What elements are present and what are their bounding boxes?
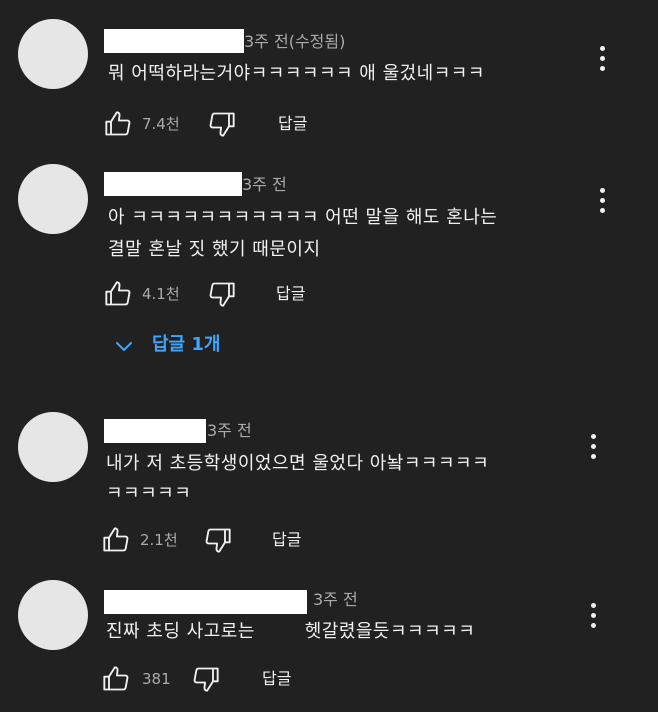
comment-timestamp[interactable]: 3주 전 [207, 421, 252, 441]
reply-button[interactable]: 답글 [272, 529, 301, 551]
comment-actions: 2.1천 답글 [102, 526, 402, 556]
reply-button[interactable]: 답글 [262, 668, 291, 690]
author-name-redacted[interactable] [104, 172, 242, 196]
comment-menu-button[interactable] [598, 46, 608, 72]
comment-text-line: ㅋㅋㅋㅋㅋ [106, 483, 192, 504]
like-count: 381 [142, 670, 171, 688]
comments-section: 3주 전(수정됨) 뭐 어떡하라는거야ㅋㅋㅋㅋㅋㅋ 애 울겄네ㅋㅋㅋ 7.4천 … [0, 0, 658, 712]
view-replies-label[interactable]: 답글 1개 [152, 332, 220, 358]
author-name-redacted[interactable] [104, 29, 244, 53]
comment-text-line: 내가 저 초등학생이었으면 울었다 아놬ㅋㅋㅋㅋㅋ [106, 453, 490, 474]
comment-timestamp[interactable]: 3주 전 [313, 590, 358, 610]
comment-text-line: 뭐 어떡하라는거야ㅋㅋㅋㅋㅋㅋ 애 울겄네ㅋㅋㅋ [108, 63, 485, 84]
more-vert-icon [600, 46, 605, 51]
comment-text-line: 진짜 초딩 사고로는 헷갈렸을듯ㅋㅋㅋㅋㅋ [106, 621, 476, 642]
avatar[interactable] [18, 580, 88, 650]
thumb-up-icon[interactable] [102, 665, 130, 693]
thumb-down-icon[interactable] [208, 280, 236, 308]
chevron-down-icon [116, 342, 132, 351]
author-name-redacted[interactable] [104, 590, 307, 614]
author-name-redacted[interactable] [104, 419, 206, 443]
like-count: 2.1천 [140, 531, 178, 549]
comment-timestamp[interactable]: 3주 전(수정됨) [244, 32, 345, 52]
thumb-down-icon[interactable] [192, 665, 220, 693]
comment-text-line: 결말 혼날 짓 했기 때문이지 [108, 239, 321, 260]
thumb-down-icon[interactable] [208, 110, 236, 138]
comment-actions: 7.4천 답글 [104, 110, 404, 140]
more-vert-icon [600, 188, 605, 193]
more-vert-icon [591, 434, 596, 439]
reply-button[interactable]: 답글 [276, 283, 305, 305]
like-count: 4.1천 [142, 285, 180, 303]
comment-menu-button[interactable] [589, 434, 599, 460]
avatar[interactable] [18, 19, 88, 89]
thumb-down-icon[interactable] [204, 526, 232, 554]
more-vert-icon [591, 603, 596, 608]
comment-actions: 4.1천 답글 [104, 280, 404, 310]
reply-button[interactable]: 답글 [278, 113, 307, 135]
avatar[interactable] [18, 412, 88, 482]
thumb-up-icon[interactable] [104, 110, 132, 138]
thumb-up-icon[interactable] [104, 280, 132, 308]
thumb-up-icon[interactable] [102, 526, 130, 554]
comment-actions: 381 답글 [102, 665, 402, 695]
comment-menu-button[interactable] [589, 603, 599, 629]
like-count: 7.4천 [142, 115, 180, 133]
comment-text-line: 아 ㅋㅋㅋㅋㅋㅋㅋㅋㅋㅋㅋ 어떤 말을 해도 혼나는 [108, 207, 498, 228]
avatar[interactable] [18, 164, 88, 234]
comment-timestamp[interactable]: 3주 전 [242, 175, 287, 195]
comment-menu-button[interactable] [598, 188, 608, 214]
